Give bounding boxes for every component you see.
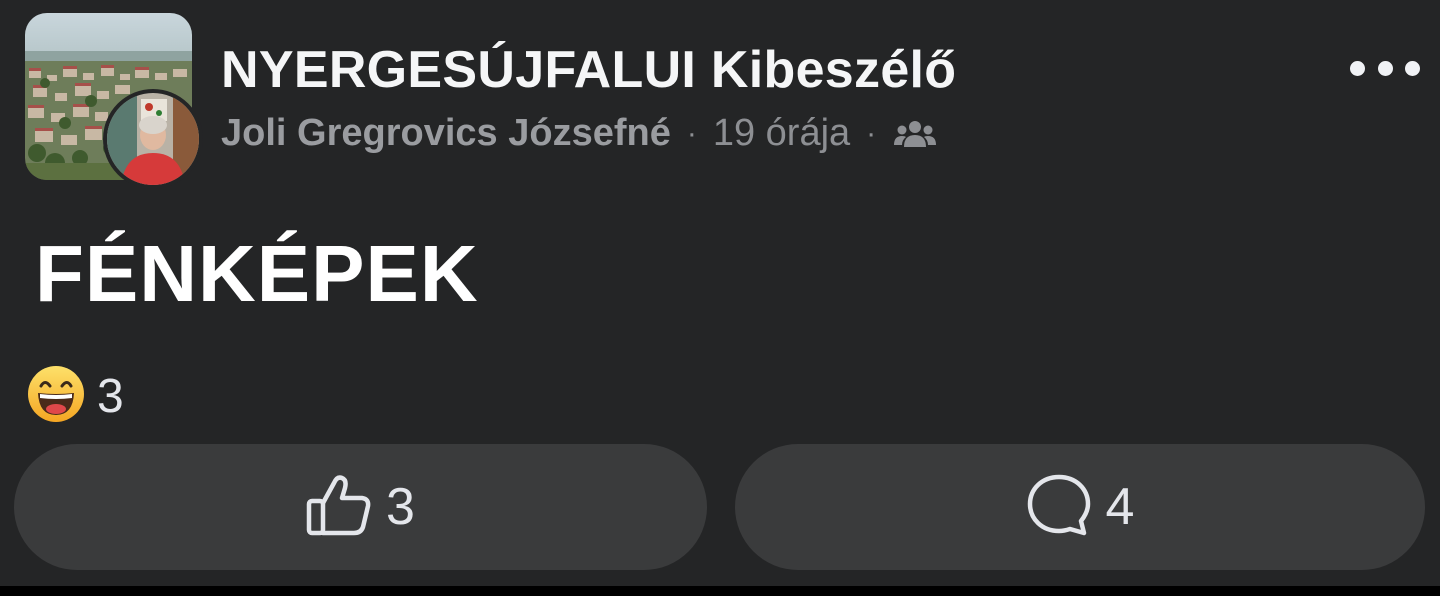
more-dot	[1405, 60, 1420, 76]
author-avatar[interactable]	[103, 89, 203, 189]
comment-bubble-icon	[1026, 473, 1092, 542]
post-text: FÉNKÉPEK	[35, 229, 479, 318]
post-timestamp[interactable]: 19 órája	[713, 112, 850, 155]
comment-button[interactable]: 4	[735, 444, 1425, 570]
meta-separator: ·	[686, 116, 697, 150]
post-meta: Joli Gregrovics Józsefné · 19 órája ·	[221, 112, 937, 155]
group-audience-icon	[894, 119, 937, 149]
more-options-icon[interactable]	[1350, 50, 1420, 86]
more-dot	[1350, 60, 1365, 76]
author-name[interactable]: Joli Gregrovics Józsefné	[221, 112, 671, 155]
feed-post: NYERGESÚJFALUI Kibeszélő Joli Gregrovics…	[0, 0, 1440, 586]
comment-count: 4	[1105, 478, 1135, 536]
thumbs-up-icon	[306, 473, 372, 542]
meta-separator: ·	[866, 116, 877, 150]
like-button[interactable]: 3	[14, 444, 707, 570]
bottom-divider	[0, 586, 1440, 596]
reactions-summary[interactable]: 3	[27, 365, 124, 428]
group-name[interactable]: NYERGESÚJFALUI Kibeszélő	[221, 40, 956, 100]
more-dot	[1377, 60, 1393, 76]
haha-emoji-icon	[27, 365, 85, 428]
reaction-count: 3	[97, 370, 124, 423]
like-count: 3	[386, 478, 415, 536]
author-photo	[107, 93, 199, 185]
